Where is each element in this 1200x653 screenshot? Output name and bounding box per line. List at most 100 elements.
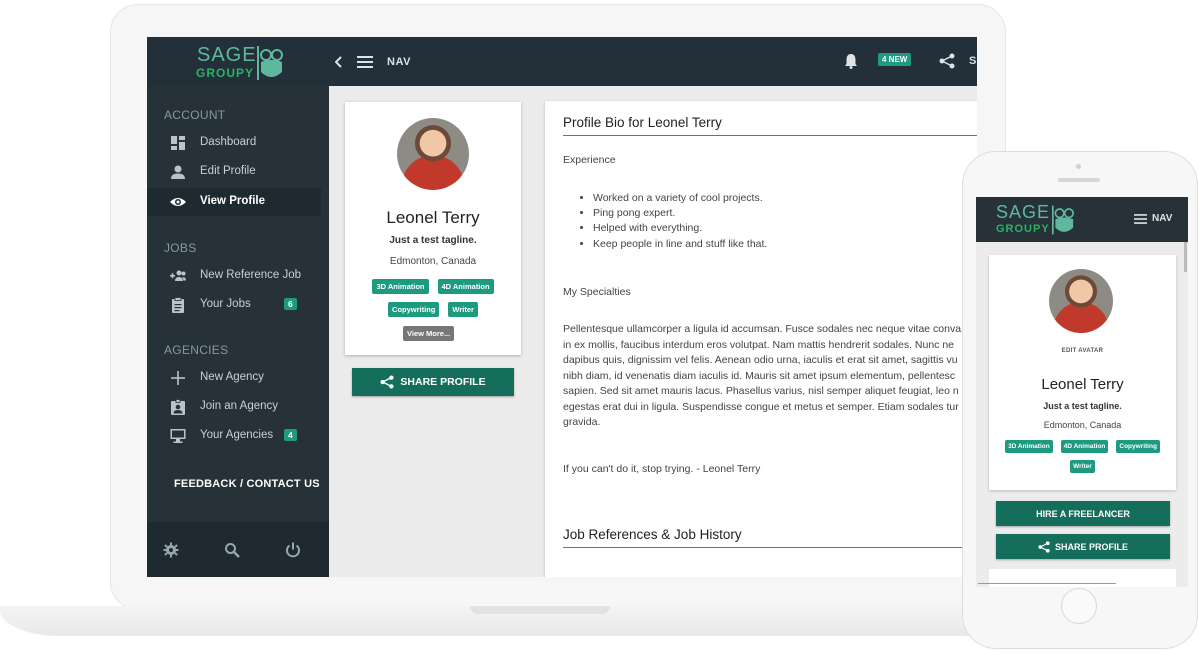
sidebar-item-edit-profile[interactable]: Edit Profile [147,158,321,186]
jobs-count-badge: 6 [284,298,297,310]
share-profile-label: SHARE PROFILE [1054,541,1128,552]
sidebar-item-dashboard[interactable]: Dashboard [147,129,321,157]
feedback-contact-link[interactable]: FEEDBACK / CONTACT US [174,478,320,490]
share-profile-label: SHARE PROFILE [400,376,486,388]
specialties-label: My Specialties [563,286,631,298]
text-line: Pellentesque ullamcorper a ligula id acc… [563,323,962,335]
search-icon[interactable] [224,542,240,558]
laptop-notch [470,606,610,614]
experience-list: Worked on a variety of cool projects. Pi… [593,191,767,252]
sidebar-item-new-agency[interactable]: New Agency [147,364,321,392]
section-account: ACCOUNT [164,108,226,122]
bio-divider [563,135,977,136]
skill-chip[interactable]: 4D Animation [437,279,494,294]
sidebar-item-view-profile[interactable]: View Profile [147,188,321,216]
gear-icon[interactable] [163,542,179,558]
avatar [397,118,469,190]
menu-icon[interactable] [357,56,373,68]
sidebar-item-label: Dashboard [200,136,257,148]
notification-badge[interactable]: 4 NEW [878,53,912,66]
edit-avatar-link[interactable]: EDIT AVATAR [989,348,1176,354]
phone-screen: SAGE GROUPY NAV EDIT AVATAR Leonel Terry… [976,197,1188,587]
badge-icon [171,399,185,415]
phone-scrollbar[interactable] [1184,242,1187,272]
bio-card: Profile Bio for Leonel Terry Experience … [545,101,977,577]
experience-label: Experience [563,154,616,166]
brand-logo[interactable]: SAGE GROUPY [194,43,294,81]
text-line: gravida. [563,416,601,428]
nav-label[interactable]: NAV [387,56,411,68]
nav-toggle[interactable]: NAV [335,53,411,71]
bell-icon[interactable] [844,53,858,69]
skill-chip[interactable]: 4D Animation [1060,440,1109,453]
skill-chips: 3D Animation 4D Animation Copywriting Wr… [353,279,513,317]
topbar-cut-text: S [969,55,977,67]
list-item: Helped with everything. [593,221,767,236]
specialties-text: Pellentesque ullamcorper a ligula id acc… [563,322,961,431]
sidebar-item-your-agencies[interactable]: Your Agencies 4 [147,422,321,450]
owl-logo-icon [1052,205,1074,235]
brand-sage: SAGE [996,202,1051,222]
skill-chip[interactable]: Copywriting [1116,440,1160,453]
agencies-count-badge: 4 [284,429,297,441]
avatar[interactable] [1049,269,1113,333]
owl-logo-icon [257,46,283,80]
text-line: nibh diam, id venenatis diam iaculis id.… [563,369,956,382]
text-line: in ex mollis, faucibus interdum eros vol… [563,338,955,351]
share-icon [380,375,394,389]
text-line: egestas erat dui in ligula. Suspendisse … [563,400,959,413]
skill-chips: 3D Animation 4D Animation Copywriting Wr… [993,440,1172,473]
sidebar-item-join-agency[interactable]: Join an Agency [147,393,321,421]
menu-icon [1134,213,1147,224]
brand-groupy: GROUPY [196,66,255,80]
sidebar-item-your-jobs[interactable]: Your Jobs 6 [147,291,321,319]
dashboard-icon [171,136,185,150]
list-item: Worked on a variety of cool projects. [593,191,767,206]
list-item: Keep people in line and stuff like that. [593,237,767,252]
profile-tagline: Just a test tagline. [389,235,477,246]
top-bar: SAGE GROUPY NAV 4 NEW S [147,37,977,86]
phone-home-button [1061,588,1097,624]
plus-icon [171,371,185,385]
bio-title: Profile Bio for Leonel Terry [563,115,722,130]
clipboard-icon [172,297,184,313]
skill-chip[interactable]: Writer [448,302,478,317]
sidebar: ACCOUNT Dashboard Edit Profile View Prof… [147,86,329,577]
phone-next-card [989,569,1176,587]
brand-groupy: GROUPY [996,223,1050,235]
power-icon[interactable] [285,542,301,558]
job-references-title: Job References & Job History [563,527,742,542]
share-profile-button[interactable]: SHARE PROFILE [352,368,514,396]
list-item: Ping pong expert. [593,206,767,221]
sidebar-item-new-reference-job[interactable]: New Reference Job [147,262,321,290]
sidebar-item-label: Edit Profile [200,165,256,177]
skill-chip[interactable]: 3D Animation [1005,440,1053,453]
jobs-divider [563,547,973,548]
sidebar-item-label: View Profile [200,195,265,207]
profile-location: Edmonton, Canada [389,256,477,267]
section-agencies: AGENCIES [164,343,229,357]
quote-text: If you can't do it, stop trying. - Leone… [563,463,761,475]
add-group-icon [170,270,186,281]
phone-nav-toggle[interactable]: NAV [1134,213,1172,224]
phone-share-profile-button[interactable]: SHARE PROFILE [996,534,1170,559]
nav-label: NAV [1152,213,1173,224]
eye-icon [170,198,186,206]
share-icon[interactable] [939,53,955,69]
skill-chip[interactable]: 3D Animation [372,279,429,294]
brand-sage: SAGE [197,44,257,66]
phone-profile-card: EDIT AVATAR Leonel Terry Just a test tag… [989,255,1176,490]
sidebar-item-label: Your Jobs [200,298,251,310]
skill-chip[interactable]: Writer [1070,460,1095,473]
sidebar-footer [147,522,329,577]
hire-freelancer-button[interactable]: HIRE A FREELANCER [996,501,1170,526]
chevron-left-icon[interactable] [335,56,343,68]
sidebar-item-label: New Agency [200,371,264,383]
skill-chip[interactable]: Copywriting [388,302,440,317]
phone-brand-logo[interactable]: SAGE GROUPY [996,202,1076,238]
laptop-screen: SAGE GROUPY NAV 4 NEW S ACCOUNT Dashboar… [147,37,977,577]
view-more-button[interactable]: View More... [403,326,455,341]
hire-freelancer-label: HIRE A FREELANCER [1036,508,1130,519]
sidebar-item-label: New Reference Job [200,269,301,281]
share-icon [1038,540,1050,553]
